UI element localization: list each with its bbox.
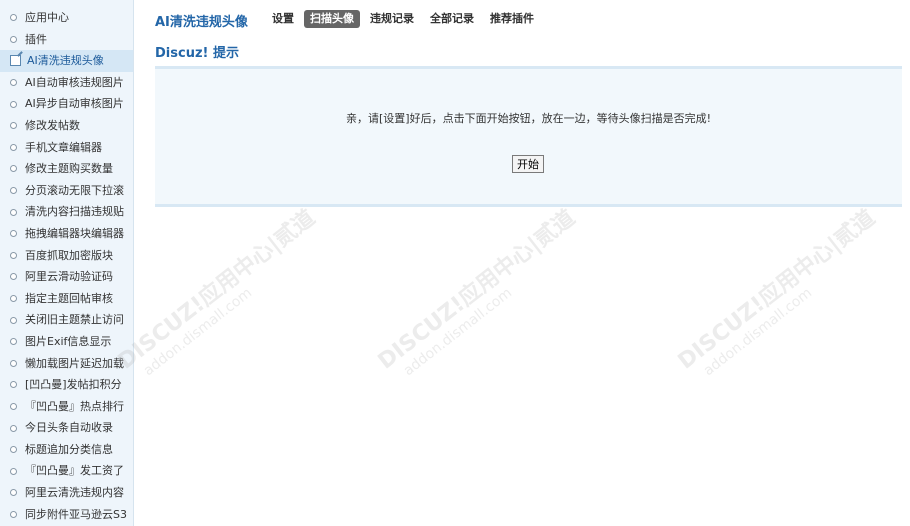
- sidebar-item-label: 应用中心: [25, 11, 69, 24]
- edit-icon: [10, 55, 21, 67]
- watermark-subtext: addon.dismall.com: [400, 284, 516, 380]
- sidebar-item-label: 插件: [25, 32, 47, 46]
- watermark-text: DISCUZ!应用中心|贰道: [373, 205, 581, 375]
- sidebar-item[interactable]: 指定主题回帖审核: [0, 288, 133, 310]
- tab-scan-avatars[interactable]: 扫描头像: [304, 10, 360, 28]
- sidebar-item[interactable]: 拖拽编辑器块编辑器: [0, 223, 133, 245]
- tab-all-records[interactable]: 全部记录: [424, 10, 480, 28]
- sidebar-item-label: 修改主题购买数量: [25, 162, 113, 176]
- sidebar-item[interactable]: 懒加载图片延迟加载: [0, 353, 133, 375]
- sidebar-item[interactable]: AI异步自动审核图片: [0, 93, 133, 115]
- bullet-icon: [10, 295, 17, 303]
- sidebar-item-label: 『凹凸曼』热点排行: [25, 399, 124, 413]
- sidebar-item-label: 清洗内容扫描违规贴: [25, 205, 124, 219]
- sidebar-item-label: [凹凸曼]发帖扣积分: [25, 378, 122, 392]
- sidebar-item[interactable]: 关闭旧主题禁止访问: [0, 309, 133, 331]
- sidebar-item-label: 『凹凸曼』发工资了: [25, 464, 124, 478]
- sidebar-item[interactable]: 『凹凸曼』热点排行: [0, 396, 133, 418]
- sidebar-item[interactable]: 修改主题购买数量: [0, 158, 133, 180]
- sidebar-item[interactable]: 修改发帖数: [0, 115, 133, 137]
- bullet-icon: [10, 273, 17, 281]
- sidebar-item[interactable]: 标题追加分类信息: [0, 439, 133, 461]
- sidebar-item-label: 同步附件亚马逊云S3: [25, 507, 127, 521]
- sidebar-item-label: AI异步自动审核图片: [25, 97, 124, 111]
- tab-recommended-plugins[interactable]: 推荐插件: [484, 10, 540, 28]
- bullet-icon: [10, 424, 17, 432]
- tab-bar: 设置 扫描头像 违规记录 全部记录 推荐插件: [266, 10, 544, 28]
- bullet-icon: [10, 143, 17, 151]
- bullet-icon: [10, 100, 17, 108]
- watermark: DISCUZ!应用中心|贰道 addon.dismall.com: [670, 201, 891, 388]
- section-title: Discuz! 提示: [155, 46, 239, 61]
- bullet-icon: [10, 79, 17, 87]
- sidebar-item-label: AI清洗违规头像: [27, 54, 104, 68]
- bullet-icon: [10, 489, 17, 497]
- sidebar-item-label: 百度抓取加密版块: [25, 248, 113, 262]
- bullet-icon: [10, 402, 17, 410]
- sidebar-item-label: 阿里云滑动验证码: [25, 270, 113, 284]
- sidebar-item-label: 标题追加分类信息: [25, 442, 113, 456]
- sidebar-item-label: 阿里云清洗违规内容: [25, 486, 124, 500]
- watermark: DISCUZ!应用中心|贰道 addon.dismall.com: [370, 201, 591, 388]
- sidebar-item[interactable]: 阿里云滑动验证码: [0, 266, 133, 288]
- bullet-icon: [10, 446, 17, 454]
- sidebar-item[interactable]: AI自动审核违规图片: [0, 72, 133, 94]
- bullet-icon: [10, 187, 17, 195]
- start-button[interactable]: 开始: [512, 155, 544, 173]
- sidebar-item[interactable]: 清洗内容扫描违规贴: [0, 201, 133, 223]
- sidebar-item-label: 指定主题回帖审核: [25, 291, 113, 305]
- sidebar-item-label: 今日头条自动收录: [25, 421, 113, 435]
- bullet-icon: [10, 510, 17, 518]
- page-title: AI清洗违规头像: [155, 15, 248, 30]
- sidebar-item-label: 分页滚动无限下拉滚: [25, 183, 124, 197]
- sidebar-item-label: 拖拽编辑器块编辑器: [25, 226, 124, 240]
- prompt-message: 亲，请[设置]好后，点击下面开始按钮，放在一边，等待头像扫描是否完成!: [346, 112, 711, 125]
- bullet-icon: [10, 316, 17, 324]
- bullet-icon: [10, 230, 17, 238]
- bullet-icon: [10, 208, 17, 216]
- sidebar-item-label: 修改发帖数: [25, 118, 80, 132]
- watermark-subtext: addon.dismall.com: [700, 284, 816, 380]
- watermark: DISCUZ!应用中心|贰道 addon.dismall.com: [110, 201, 331, 388]
- bullet-icon: [10, 251, 17, 259]
- bullet-icon: [10, 35, 17, 43]
- sidebar-item-label: 懒加载图片延迟加载: [25, 356, 124, 370]
- sidebar-item[interactable]: 『凹凸曼』发工资了: [0, 460, 133, 482]
- sidebar-item[interactable]: 今日头条自动收录: [0, 417, 133, 439]
- watermark-text: DISCUZ!应用中心|贰道: [113, 205, 321, 375]
- sidebar-menu: 应用中心 插件 AI清洗违规头像 AI自动审核违规图片 AI异步自动审核图片 修…: [0, 0, 133, 525]
- sidebar-item-label: AI自动审核违规图片: [25, 75, 124, 89]
- sidebar-item[interactable]: 同步附件亚马逊云S3: [0, 504, 133, 526]
- tab-settings[interactable]: 设置: [266, 10, 300, 28]
- sidebar: 应用中心 插件 AI清洗违规头像 AI自动审核违规图片 AI异步自动审核图片 修…: [0, 0, 134, 526]
- bullet-icon: [10, 338, 17, 346]
- sidebar-item-label: 图片Exif信息显示: [25, 334, 112, 348]
- message-box: 亲，请[设置]好后，点击下面开始按钮，放在一边，等待头像扫描是否完成! 开始: [155, 66, 902, 207]
- sidebar-item[interactable]: 手机文章编辑器: [0, 137, 133, 159]
- bullet-icon: [10, 381, 17, 389]
- sidebar-item-plugins[interactable]: 插件: [0, 29, 133, 51]
- watermark-subtext: addon.dismall.com: [140, 284, 256, 380]
- sidebar-item[interactable]: 阿里云清洗违规内容: [0, 482, 133, 504]
- sidebar-item[interactable]: [凹凸曼]发帖扣积分: [0, 374, 133, 396]
- watermark-text: DISCUZ!应用中心|贰道: [673, 205, 881, 375]
- sidebar-item-label: 手机文章编辑器: [25, 140, 102, 154]
- sidebar-item[interactable]: 百度抓取加密版块: [0, 245, 133, 267]
- tab-violation-records[interactable]: 违规记录: [364, 10, 420, 28]
- bullet-icon: [10, 165, 17, 173]
- sidebar-item-app-center[interactable]: 应用中心: [0, 7, 133, 29]
- sidebar-item[interactable]: 图片Exif信息显示: [0, 331, 133, 353]
- bullet-icon: [10, 14, 17, 22]
- sidebar-item-ai-avatar-clean[interactable]: AI清洗违规头像: [0, 50, 133, 72]
- bullet-icon: [10, 122, 17, 130]
- bullet-icon: [10, 359, 17, 367]
- sidebar-item-label: 关闭旧主题禁止访问: [25, 313, 124, 327]
- bullet-icon: [10, 467, 17, 475]
- sidebar-item[interactable]: 分页滚动无限下拉滚: [0, 180, 133, 202]
